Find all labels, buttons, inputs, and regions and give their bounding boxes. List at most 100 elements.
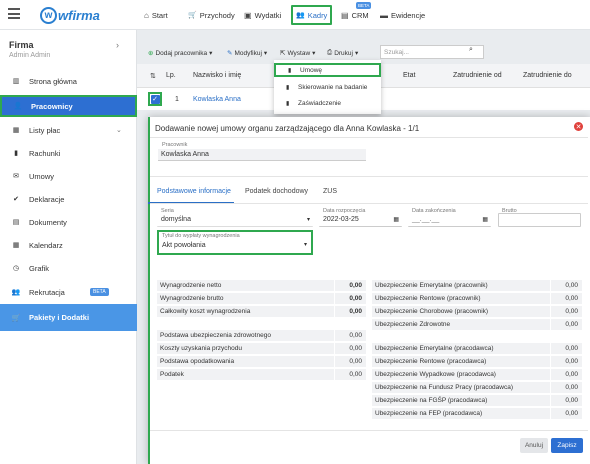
table-row: Ubezpieczenie Rentowe (pracodawca) 0,00 [372, 355, 582, 368]
issue-button[interactable]: ⇱ Wystaw ▾ [280, 46, 315, 60]
home-icon: ⌂ [144, 10, 149, 20]
clipboard-check-icon: ✔ [13, 196, 19, 203]
modify-button[interactable]: ✎ Modyfikuj ▾ [227, 46, 267, 60]
chevron-down-icon: ⌄ [116, 127, 122, 134]
col-zatrudnienie-od[interactable]: Zatrudnienie od [453, 72, 502, 79]
issue-dropdown-menu: ▮ Umowę ▮ Skierowanie na badanie ▮ Zaświadc… [274, 60, 381, 114]
date-end-input[interactable]: __.__.__ ▦ [408, 213, 491, 227]
row-value: 0,00 [334, 355, 366, 368]
sidebar-item-pakiety[interactable]: 🛒 Pakiety i Dodatki [0, 304, 137, 331]
tytul-wyplaty-select[interactable]: Tytuł do wypłaty wynagrodzenia Akt powoł… [157, 230, 313, 255]
menu-item-label: Skierowanie na badanie [298, 83, 368, 91]
cancel-button[interactable]: Anuluj [520, 438, 548, 453]
table-row: Podstawa ubezpieczenia zdrowotnego 0,00 [157, 329, 366, 342]
col-name[interactable]: Nazwisko i imię [193, 72, 241, 79]
close-icon[interactable]: ✕ [574, 122, 583, 131]
sidebar-item-pracownicy[interactable]: 👤 Pracownicy [0, 95, 137, 117]
date-start-input[interactable]: 2022-03-25 ▦ [319, 213, 402, 227]
sidebar-item-grafik[interactable]: ◷ Grafik [0, 257, 137, 279]
sidebar-item-deklaracje[interactable]: ✔ Deklaracje [0, 188, 137, 210]
tab-podstawowe[interactable]: Podstawowe informacje [157, 188, 231, 195]
brutto-input[interactable] [498, 213, 581, 227]
caret-down-icon: ▾ [306, 217, 310, 223]
edit-icon: ✎ [227, 50, 233, 57]
caret-down-icon: ▾ [355, 50, 359, 57]
seria-select[interactable]: domyślna ▾ [157, 213, 313, 227]
row-label: Ubezpieczenie Rentowe (pracodawca) [375, 358, 487, 365]
row-checkbox[interactable]: ✓ [148, 92, 162, 106]
row-value: 0,00 [334, 305, 366, 318]
document-icon: ▤ [12, 219, 20, 226]
col-etat[interactable]: Etat [403, 72, 415, 79]
sidebar-item-strona-glowna[interactable]: ▥ Strona główna [0, 70, 137, 92]
nav-ewidencje[interactable]: ▬ Ewidencje [380, 5, 425, 25]
col-lp[interactable]: Lp. [166, 72, 176, 79]
row-label: Ubezpieczenie na FEP (pracodawca) [375, 410, 483, 417]
wallet-icon: ▣ [244, 10, 252, 20]
add-employee-button[interactable]: ⊕ Dodaj pracownika ▾ [148, 46, 212, 60]
sidebar-item-label: Listy płac [29, 125, 61, 135]
divider [150, 137, 588, 138]
nav-start[interactable]: ⌂ Start [144, 5, 168, 25]
sidebar-item-label: Kalendarz [29, 240, 63, 250]
calendar-icon[interactable]: ▦ [393, 216, 399, 223]
wfirma-logo[interactable]: w wfirma [40, 7, 100, 24]
table-row: Ubezpieczenie Emerytalne (pracownik) 0,00 [372, 279, 582, 292]
sidebar-item-listy-plac[interactable]: ▦ Listy płac ⌄ [0, 119, 137, 141]
row-label: Wynagrodzenie brutto [160, 295, 224, 302]
sidebar-item-label: Deklaracje [29, 194, 65, 204]
table-row: Ubezpieczenie na Fundusz Pracy (pracodaw… [372, 381, 582, 394]
add-employee-label: Dodaj pracownika [155, 49, 208, 57]
nav-przychody[interactable]: 🛒 Przychody [188, 5, 235, 25]
row-value: 0,00 [334, 342, 366, 355]
nav-ewidencje-label: Ewidencje [391, 10, 426, 20]
print-button[interactable]: ⎙ Drukuj ▾ [327, 46, 358, 60]
caret-down-icon: ▾ [209, 50, 213, 57]
row-value: 0,00 [550, 318, 582, 331]
sidebar-item-rachunki[interactable]: ▮ Rachunki [0, 142, 137, 164]
menu-item-umowe[interactable]: ▮ Umowę [274, 63, 381, 77]
dashboard-icon: ▥ [12, 78, 20, 85]
row-value: 0,00 [334, 329, 366, 342]
calendar-icon[interactable]: ▦ [482, 216, 488, 223]
nav-wydatki[interactable]: ▣ Wydatki [244, 5, 281, 25]
printer-icon: ⎙ [327, 49, 333, 56]
menu-item-zaswiadczenie[interactable]: ▮ Zaświadczenie [274, 96, 381, 110]
nav-crm-label: CRM [351, 10, 369, 20]
row-label: Podatek [160, 371, 184, 378]
sidebar-item-rekrutacja[interactable]: 👥 Rekrutacja BETA [0, 281, 137, 303]
date-end-value: __.__.__ [412, 216, 440, 223]
table-row: Ubezpieczenie Emerytalne (pracodawca) 0,0… [372, 342, 582, 355]
calendar-icon: ▦ [12, 242, 20, 249]
nav-kadry[interactable]: 👥 Kadry [291, 5, 333, 25]
crm-beta-badge: BETA [356, 2, 372, 9]
hamburger-menu-icon[interactable] [8, 8, 20, 19]
col-zatrudnienie-do[interactable]: Zatrudnienie do [523, 72, 572, 79]
chevron-right-icon[interactable]: › [116, 40, 119, 50]
search-icon[interactable]: ⌕ [469, 46, 473, 54]
menu-item-skierowanie[interactable]: ▮ Skierowanie na badanie [274, 80, 381, 94]
menu-item-label: Umowę [300, 66, 323, 74]
tab-podatek[interactable]: Podatek dochodowy [245, 188, 308, 195]
sidebar-item-label: Dokumenty [29, 217, 67, 227]
employee-link[interactable]: Kowlaska Anna [193, 96, 241, 103]
sidebar-item-kalendarz[interactable]: ▦ Kalendarz [0, 234, 137, 256]
table-row: Ubezpieczenie Zdrowotne 0,00 [372, 318, 582, 331]
row-value: 0,00 [334, 368, 366, 381]
folder-icon: ▬ [380, 10, 388, 20]
row-label: Podstawa ubezpieczenia zdrowotnego [160, 332, 271, 339]
table-row: Podstawa opodatkowania 0,00 [157, 355, 366, 368]
sidebar-item-label: Strona główna [29, 76, 77, 86]
tab-zus[interactable]: ZUS [323, 188, 337, 195]
save-button[interactable]: Zapisz [551, 438, 583, 453]
sidebar-item-umowy[interactable]: ✉ Umowy [0, 165, 137, 187]
print-label: Drukuj [334, 49, 353, 57]
sidebar-item-label: Pakiety i Dodatki [29, 313, 90, 322]
row-label: Ubezpieczenie Chorobowe (pracownik) [375, 308, 489, 315]
table-row: Ubezpieczenie Rentowe (pracownik) 0,00 [372, 292, 582, 305]
sidebar-item-dokumenty[interactable]: ▤ Dokumenty [0, 211, 137, 233]
row-value: 0,00 [550, 342, 582, 355]
sort-icon[interactable]: ⇅ [150, 72, 156, 80]
users-icon: 👥 [11, 289, 21, 296]
issue-label: Wystaw [287, 49, 311, 57]
